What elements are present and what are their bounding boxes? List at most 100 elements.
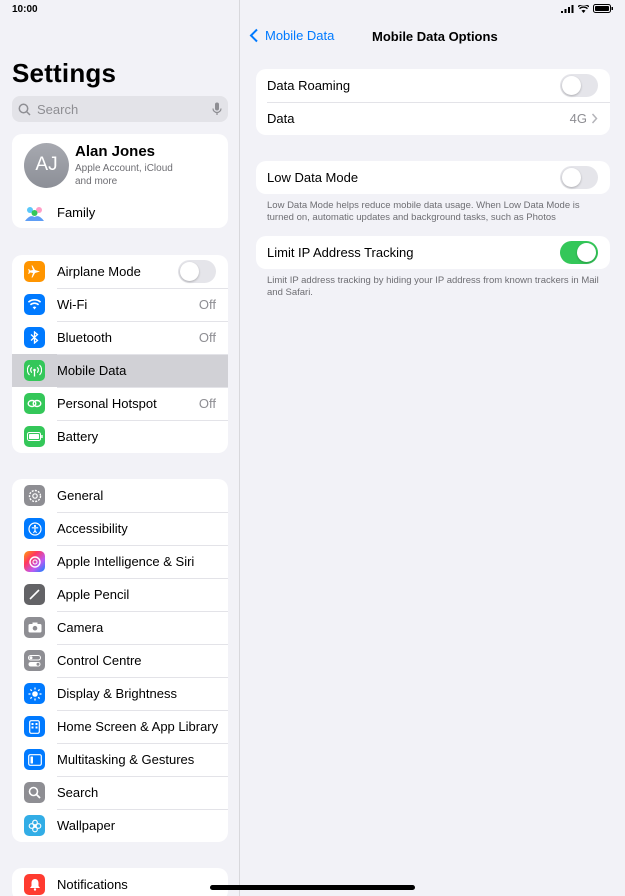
sidebar-item-label: Home Screen & App Library — [57, 719, 219, 734]
sidebar-item-display-brightness[interactable]: Display & Brightness — [12, 677, 228, 710]
low-data-mode-footer: Low Data Mode helps reduce mobile data u… — [267, 200, 580, 223]
wifi-icon — [24, 294, 45, 315]
microphone-icon[interactable] — [212, 102, 222, 116]
bluetooth-icon — [24, 327, 45, 348]
sidebar-item-label: Apple Intelligence & Siri — [57, 554, 195, 569]
battery-icon — [24, 426, 45, 447]
limit-ip-row[interactable]: Limit IP Address Tracking — [256, 236, 610, 269]
sidebar-item-search[interactable]: Search — [12, 776, 228, 809]
limit-ip-toggle[interactable] — [560, 241, 598, 264]
sidebar-item-mobile-data[interactable]: Mobile Data — [12, 354, 228, 387]
sidebar-item-label: Search — [57, 785, 99, 800]
back-button-label: Mobile Data — [265, 28, 335, 43]
sidebar-item-label: Multitasking & Gestures — [57, 752, 195, 767]
bluetooth-status: Off — [198, 330, 216, 345]
chevron-right-icon — [591, 113, 598, 124]
sidebar-item-label: Control Centre — [57, 653, 142, 668]
siri-icon — [24, 551, 45, 572]
sidebar-item-label: Display & Brightness — [57, 686, 177, 701]
sidebar-item-camera[interactable]: Camera — [12, 611, 228, 644]
roaming-card: Data Roaming Data 4G — [256, 69, 610, 135]
connectivity-group: Airplane Mode Wi-Fi Off Bluetooth Off Mo… — [12, 255, 228, 453]
sidebar-item-label: Personal Hotspot — [57, 396, 157, 411]
signal-icon — [561, 4, 574, 13]
antenna-icon — [24, 360, 45, 381]
sidebar-item-notifications[interactable]: Notifications — [12, 868, 228, 896]
search-placeholder: Search — [37, 101, 79, 117]
control-centre-icon — [24, 650, 45, 671]
sidebar-item-label: General — [57, 488, 104, 503]
data-roaming-toggle[interactable] — [560, 74, 598, 97]
sidebar-item-apple-pencil[interactable]: Apple Pencil — [12, 578, 228, 611]
sidebar-item-wallpaper[interactable]: Wallpaper — [12, 809, 228, 842]
search-icon — [18, 103, 31, 116]
home-indicator — [210, 885, 415, 890]
status-time: 10:00 — [12, 4, 38, 15]
gear-icon — [24, 485, 45, 506]
sidebar: Settings Search AJ Alan Jones Apple Acco… — [0, 0, 240, 896]
wifi-status: Off — [198, 297, 216, 312]
sidebar-item-battery[interactable]: Battery — [12, 420, 228, 453]
sidebar-item-control-centre[interactable]: Control Centre — [12, 644, 228, 677]
sidebar-item-family[interactable]: Family — [12, 196, 228, 228]
sidebar-item-label: Airplane Mode — [57, 264, 141, 279]
sidebar-item-accessibility[interactable]: Accessibility — [12, 512, 228, 545]
profile-name: Alan Jones — [75, 142, 156, 160]
sidebar-item-label: Wallpaper — [57, 818, 116, 833]
battery-status-icon — [593, 4, 613, 13]
profile-subtitle-1: Apple Account, iCloud — [75, 162, 173, 174]
back-button[interactable]: Mobile Data — [249, 28, 334, 43]
status-icons — [561, 4, 613, 13]
sidebar-item-airplane-mode[interactable]: Airplane Mode — [12, 255, 228, 288]
multitasking-icon — [24, 749, 45, 770]
data-label: Data — [267, 111, 295, 126]
wallpaper-icon — [24, 815, 45, 836]
limit-ip-card: Limit IP Address Tracking — [256, 236, 610, 269]
limit-ip-footer: Limit IP address tracking by hiding your… — [267, 275, 599, 298]
sidebar-item-label: Accessibility — [57, 521, 128, 536]
profile-group: AJ Alan Jones Apple Account, iCloud and … — [12, 134, 228, 228]
accessibility-icon — [24, 518, 45, 539]
profile-info: Alan Jones Apple Account, iCloud and mor… — [75, 143, 173, 188]
sidebar-item-home-screen[interactable]: Home Screen & App Library — [12, 710, 228, 743]
sidebar-item-multitasking[interactable]: Multitasking & Gestures — [12, 743, 228, 776]
sidebar-item-general[interactable]: General — [12, 479, 228, 512]
data-value: 4G — [569, 111, 587, 126]
navigation-bar: Mobile Data Mobile Data Options — [241, 26, 625, 48]
sidebar-item-wifi[interactable]: Wi-Fi Off — [12, 288, 228, 321]
search-field[interactable]: Search — [12, 96, 228, 122]
sidebar-item-personal-hotspot[interactable]: Personal Hotspot Off — [12, 387, 228, 420]
family-icon — [24, 201, 45, 223]
low-data-card: Low Data Mode — [256, 161, 610, 194]
general-group: General Accessibility Apple Intelligence… — [12, 479, 228, 842]
sidebar-item-label: Family — [57, 204, 96, 220]
search-icon — [24, 782, 45, 803]
sidebar-item-label: Bluetooth — [57, 330, 112, 345]
home-screen-icon — [24, 716, 45, 737]
sidebar-item-label: Wi-Fi — [57, 297, 88, 312]
profile-subtitle-2: and more — [75, 175, 118, 187]
airplane-mode-toggle[interactable] — [178, 260, 216, 283]
data-roaming-row[interactable]: Data Roaming — [256, 69, 610, 102]
data-row[interactable]: Data 4G — [256, 102, 610, 135]
sidebar-item-label: Battery — [57, 429, 99, 444]
bell-icon — [24, 874, 45, 895]
limit-ip-label: Limit IP Address Tracking — [267, 245, 414, 260]
sidebar-item-bluetooth[interactable]: Bluetooth Off — [12, 321, 228, 354]
camera-icon — [24, 617, 45, 638]
page-title: Mobile Data Options — [372, 29, 498, 44]
sidebar-item-apple-intelligence-siri[interactable]: Apple Intelligence & Siri — [12, 545, 228, 578]
brightness-icon — [24, 683, 45, 704]
low-data-mode-toggle[interactable] — [560, 166, 598, 189]
low-data-mode-row[interactable]: Low Data Mode — [256, 161, 610, 194]
account-profile[interactable]: AJ Alan Jones Apple Account, iCloud and … — [12, 134, 228, 196]
sidebar-item-label: Camera — [57, 620, 104, 635]
hotspot-icon — [24, 393, 45, 414]
data-roaming-label: Data Roaming — [267, 78, 351, 93]
wifi-status-icon — [578, 4, 589, 13]
sidebar-item-label: Mobile Data — [57, 363, 127, 378]
chevron-left-icon — [249, 28, 258, 43]
status-bar: 10:00 — [0, 0, 625, 20]
detail-pane: Mobile Data Mobile Data Options Data Roa… — [241, 0, 625, 896]
sidebar-item-label: Notifications — [57, 877, 128, 892]
